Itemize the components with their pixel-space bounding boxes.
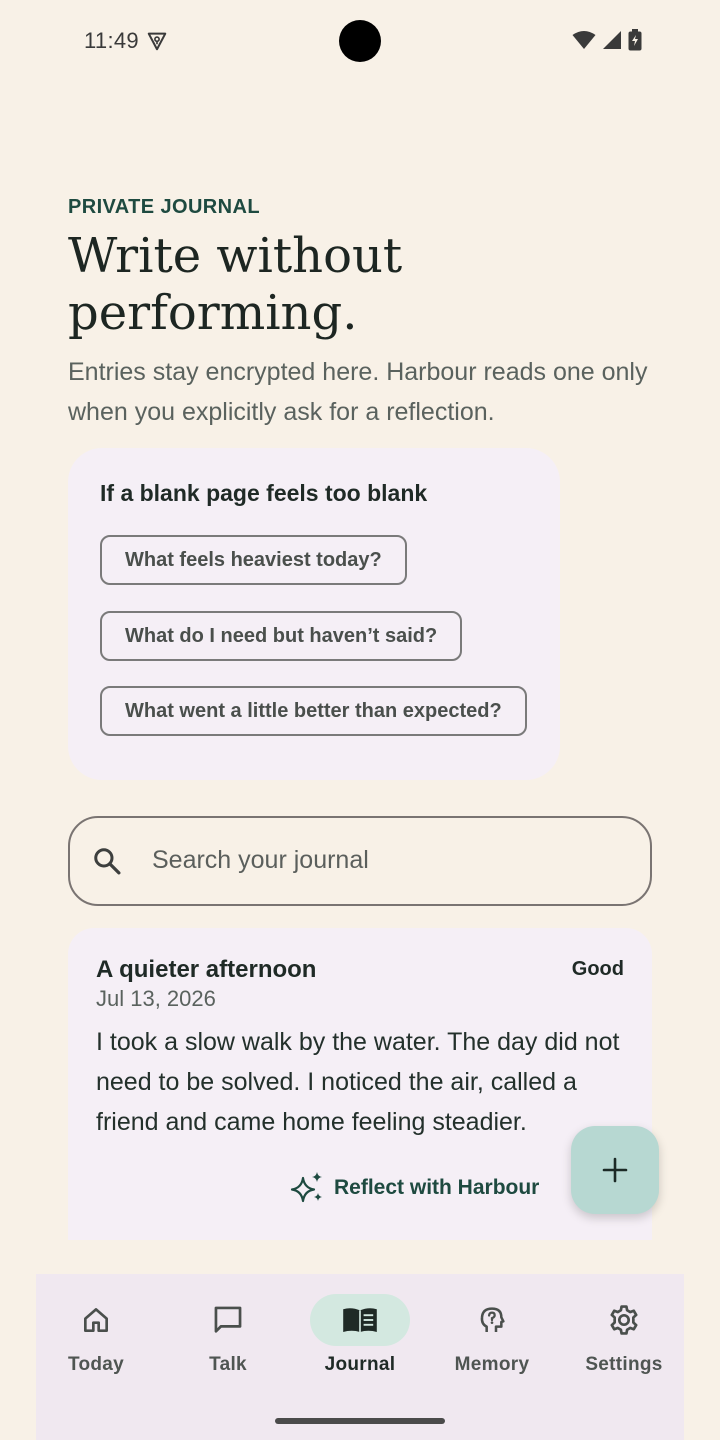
status-icons xyxy=(572,29,642,51)
entry-mood-badge: Good xyxy=(571,958,624,980)
chat-bubble-icon xyxy=(214,1306,242,1333)
nav-label: Settings xyxy=(585,1354,663,1375)
nav-label: Talk xyxy=(209,1354,247,1375)
entry-date: Jul 13, 2026 xyxy=(96,986,216,1011)
writing-prompts-card: If a blank page feels too blank What fee… xyxy=(68,448,560,780)
journal-entry-card[interactable]: A quieter afternoon Good Jul 13, 2026 I … xyxy=(68,928,652,1240)
search-input[interactable]: Search your journal xyxy=(68,816,652,906)
prompts-title: If a blank page feels too blank xyxy=(100,480,428,506)
prompt-chip[interactable]: What do I need but haven’t said? xyxy=(100,611,463,661)
home-icon xyxy=(84,1308,108,1332)
gear-icon xyxy=(610,1305,638,1335)
nav-label: Today xyxy=(67,1354,125,1375)
cell-signal-icon xyxy=(603,31,621,49)
camera-cutout xyxy=(339,20,381,62)
search-icon xyxy=(94,848,121,875)
nav-item-settings[interactable]: Settings xyxy=(559,1274,689,1394)
nav-item-today[interactable]: Today xyxy=(31,1274,161,1394)
sparkles-icon xyxy=(290,1172,322,1203)
bottom-navigation: Today Talk Journal Memory Settings xyxy=(36,1274,684,1440)
new-entry-fab[interactable] xyxy=(571,1126,659,1214)
nav-label: Journal xyxy=(324,1354,396,1375)
prompt-chip[interactable]: What went a little better than expected? xyxy=(100,686,527,736)
nav-item-journal[interactable]: Journal xyxy=(295,1274,425,1394)
status-time: 11:49 xyxy=(84,28,139,53)
vpn-key-icon xyxy=(147,32,167,51)
page-subtitle: Entries stay encrypted here. Harbour rea… xyxy=(68,358,648,426)
entry-body: I took a slow walk by the water. The day… xyxy=(96,1028,620,1136)
entry-title: A quieter afternoon xyxy=(96,956,317,983)
nav-item-memory[interactable]: Memory xyxy=(427,1274,557,1394)
book-icon xyxy=(343,1308,377,1332)
plus-icon xyxy=(602,1157,628,1183)
status-bar: 11:49 xyxy=(0,0,720,82)
battery-icon xyxy=(628,29,642,51)
reflect-label: Reflect with Harbour xyxy=(334,1176,540,1199)
wifi-icon xyxy=(572,31,596,49)
nav-item-talk[interactable]: Talk xyxy=(163,1274,293,1394)
reflect-with-harbour-button[interactable]: Reflect with Harbour xyxy=(290,1170,539,1206)
home-indicator xyxy=(275,1418,445,1424)
search-placeholder: Search your journal xyxy=(152,846,369,874)
prompt-chip[interactable]: What feels heaviest today? xyxy=(100,535,407,585)
nav-label: Memory xyxy=(454,1354,530,1375)
head-question-icon xyxy=(480,1307,505,1332)
page-title: Write without performing. xyxy=(68,228,403,341)
section-eyebrow: PRIVATE JOURNAL xyxy=(68,196,260,218)
